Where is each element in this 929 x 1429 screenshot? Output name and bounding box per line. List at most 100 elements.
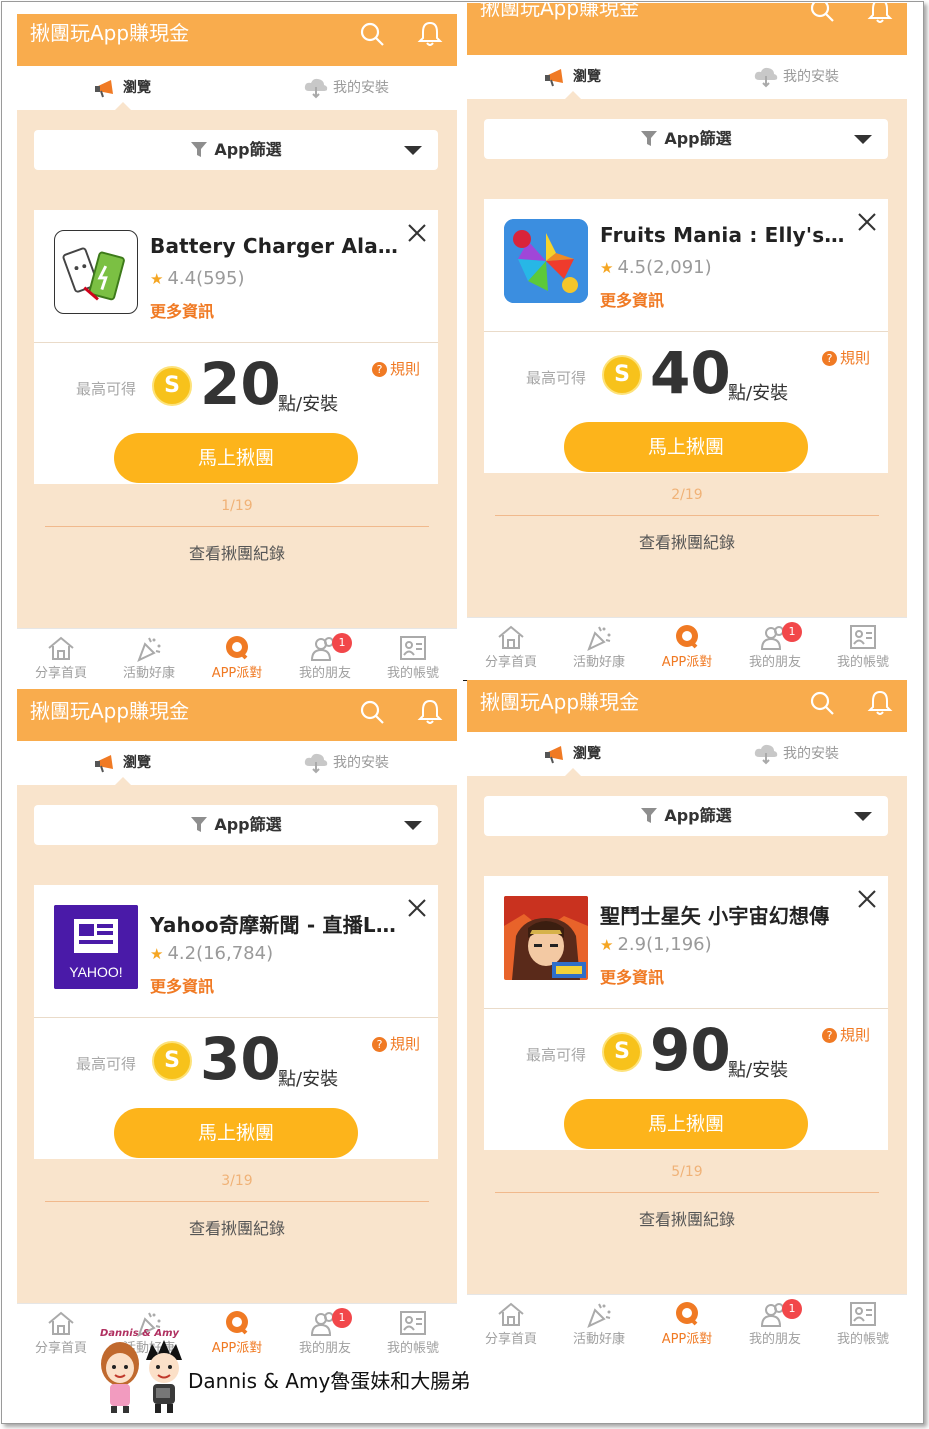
search-icon[interactable] <box>359 699 385 725</box>
cloud-download-icon <box>754 67 778 88</box>
app-name[interactable]: 聖鬥士星矢 小宇宙幻想傳 <box>600 900 850 929</box>
top-bar: 揪團玩App賺現金 <box>17 14 457 66</box>
more-info-link[interactable]: 更多資訊 <box>150 298 214 322</box>
join-group-button[interactable]: 馬上揪團 <box>114 433 358 483</box>
nav-my-account[interactable]: 我的帳號 <box>819 618 907 670</box>
app-rating: ★ 2.9(1,196) <box>600 934 712 955</box>
app-filter-dropdown[interactable]: App篩選 <box>484 119 888 159</box>
tab-bar: 瀏覽 我的安裝 <box>467 732 907 776</box>
saint-seiya-icon[interactable] <box>504 896 588 980</box>
nav-share-home[interactable]: 分享首頁 <box>17 629 105 681</box>
nav-events[interactable]: 活動好康 <box>555 618 643 670</box>
megaphone-icon <box>545 69 563 87</box>
app-title: 揪團玩App賺現金 <box>30 21 190 45</box>
app-screen-2: 揪團玩App賺現金 瀏覽 我的安裝 App篩選 Fruits Mania : E… <box>467 3 907 680</box>
star-icon: ★ <box>150 270 164 288</box>
tab-my-installs[interactable]: 我的安裝 <box>753 55 839 99</box>
app-filter-dropdown[interactable]: App篩選 <box>34 805 438 845</box>
top-bar: 揪團玩App賺現金 <box>467 680 907 732</box>
filter-label: App篩選 <box>664 129 732 148</box>
filter-label: App篩選 <box>664 806 732 825</box>
nav-events[interactable]: 活動好康 <box>555 1295 643 1347</box>
rating-value: 4.5(2,091) <box>617 257 712 278</box>
bell-icon[interactable] <box>867 689 893 717</box>
view-history-link[interactable]: 查看揪團紀錄 <box>17 540 457 564</box>
bell-icon[interactable] <box>417 20 443 48</box>
close-icon[interactable] <box>408 224 426 242</box>
app-rating: ★ 4.2(16,784) <box>150 943 273 964</box>
points-value: 90 <box>650 1016 731 1084</box>
filter-label: App篩選 <box>214 815 282 834</box>
chevron-down-icon <box>854 135 872 144</box>
coin-icon: S <box>152 366 192 406</box>
view-history-link[interactable]: 查看揪團紀錄 <box>467 529 907 553</box>
yahoo-news-icon[interactable]: YAHOO! <box>54 905 138 989</box>
app-party-icon <box>676 1302 698 1326</box>
nav-my-friends[interactable]: 1 我的朋友 <box>731 1295 819 1347</box>
nav-label: 我的朋友 <box>748 655 801 670</box>
app-offer-card: 聖鬥士星矢 小宇宙幻想傳 ★ 2.9(1,196) 更多資訊 最高可得 S 90 … <box>484 876 888 1150</box>
view-history-link[interactable]: 查看揪團紀錄 <box>17 1215 457 1239</box>
points-unit: 點/安裝 <box>278 394 339 415</box>
more-info-link[interactable]: 更多資訊 <box>150 973 214 997</box>
close-icon[interactable] <box>858 890 876 908</box>
nav-events[interactable]: 活動好康 <box>105 629 193 681</box>
nav-app-party[interactable]: APP派對 <box>643 1295 731 1347</box>
tab-my-installs[interactable]: 我的安裝 <box>303 741 389 785</box>
app-filter-dropdown[interactable]: App篩選 <box>484 796 888 836</box>
fruits-mania-icon[interactable] <box>504 219 588 303</box>
section-divider <box>495 515 879 516</box>
question-icon: ? <box>821 1028 837 1043</box>
tab-browse-label: 瀏覽 <box>573 69 601 85</box>
bottom-nav: 分享首頁 活動好康 APP派對 1 我的朋友 我的帳號 <box>17 628 457 681</box>
battery-charger-icon[interactable] <box>54 230 138 314</box>
bell-icon[interactable] <box>417 698 443 726</box>
rules-label: 規則 <box>389 1035 420 1053</box>
search-icon[interactable] <box>809 690 835 716</box>
app-offer-card: YAHOO! Yahoo奇摩新聞 - 直播Li... ★ 4.2(16,784) … <box>34 885 438 1159</box>
page-indicator: 5/19 <box>671 1164 703 1180</box>
app-name[interactable]: Fruits Mania : Elly's travel <box>600 223 850 247</box>
nav-my-account[interactable]: 我的帳號 <box>369 629 457 681</box>
nav-app-party[interactable]: APP派對 <box>193 629 281 681</box>
join-group-button[interactable]: 馬上揪團 <box>564 422 808 472</box>
tab-browse-label: 瀏覽 <box>123 80 151 96</box>
tab-browse-label: 瀏覽 <box>123 755 151 771</box>
party-popper-icon <box>587 626 611 651</box>
app-filter-dropdown[interactable]: App篩選 <box>34 130 438 170</box>
blogger-watermark: Dannis & Amy Dannis & Amy魯蛋妹和大腸弟 <box>94 1324 514 1414</box>
bell-icon[interactable] <box>867 3 893 25</box>
join-group-button[interactable]: 馬上揪團 <box>564 1099 808 1149</box>
nav-app-party[interactable]: APP派對 <box>643 618 731 670</box>
rules-link[interactable]: ? 規則 <box>821 347 870 368</box>
rules-link[interactable]: ? 規則 <box>371 358 420 379</box>
nav-my-account[interactable]: 我的帳號 <box>819 1295 907 1347</box>
close-icon[interactable] <box>858 213 876 231</box>
close-icon[interactable] <box>408 899 426 917</box>
rules-link[interactable]: ? 規則 <box>371 1033 420 1054</box>
join-group-button[interactable]: 馬上揪團 <box>114 1108 358 1158</box>
app-name[interactable]: Yahoo奇摩新聞 - 直播Li... <box>150 909 400 938</box>
nav-my-friends[interactable]: 1 我的朋友 <box>281 629 369 681</box>
rules-link[interactable]: ? 規則 <box>821 1024 870 1045</box>
app-name[interactable]: Battery Charger Alarm <box>150 234 400 258</box>
max-points-label: 最高可得 <box>76 1055 137 1073</box>
tab-my-installs[interactable]: 我的安裝 <box>303 66 389 110</box>
search-icon[interactable] <box>809 3 835 23</box>
tab-browse-label: 瀏覽 <box>573 746 601 762</box>
section-divider <box>45 526 429 527</box>
more-info-link[interactable]: 更多資訊 <box>600 964 664 988</box>
nav-label: APP派對 <box>661 655 713 670</box>
content-area: App篩選 Fruits Mania : Elly's travel ★4.5(… <box>467 99 907 617</box>
nav-share-home[interactable]: 分享首頁 <box>467 618 555 670</box>
nav-label: 我的帳號 <box>836 655 889 670</box>
view-history-link[interactable]: 查看揪團紀錄 <box>467 1206 907 1230</box>
nav-share-home[interactable]: 分享首頁 <box>17 1304 105 1356</box>
party-popper-icon <box>587 1303 611 1328</box>
tab-my-installs[interactable]: 我的安裝 <box>753 732 839 776</box>
content-area: App篩選 聖鬥士星矢 小宇宙幻想傳 ★ 2.9(1,196) 更多資訊 最高可得… <box>467 776 907 1294</box>
search-icon[interactable] <box>359 21 385 47</box>
more-info-link[interactable]: 更多資訊 <box>600 287 664 311</box>
nav-my-friends[interactable]: 1 我的朋友 <box>731 618 819 670</box>
coin-icon: S <box>152 1041 192 1081</box>
